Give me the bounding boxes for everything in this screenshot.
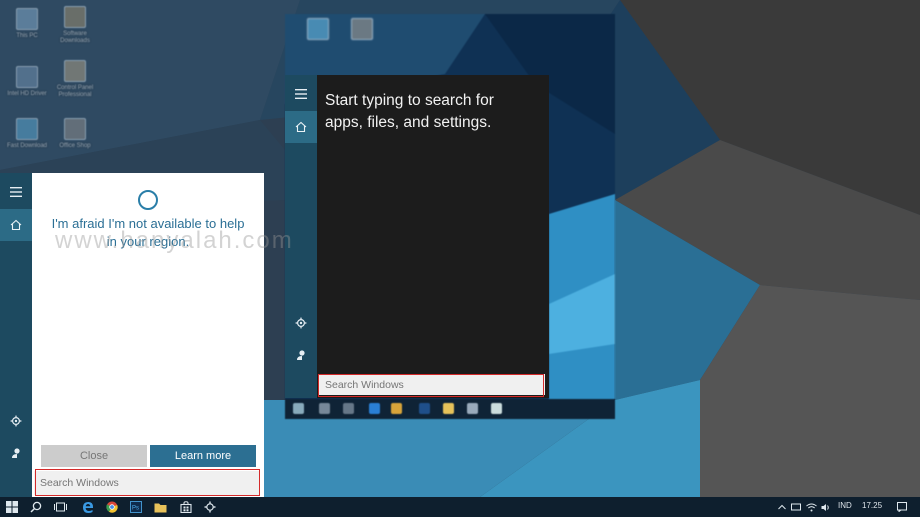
- folder-icon: [64, 60, 86, 82]
- settings-icon: [491, 403, 502, 414]
- settings-icon[interactable]: [202, 499, 218, 515]
- desktop-icon-label: Control Panel Professional: [56, 85, 94, 98]
- chrome-icon: [391, 403, 402, 414]
- edge-icon[interactable]: [80, 499, 96, 515]
- user-icon[interactable]: [8, 445, 24, 461]
- home-icon: [8, 217, 24, 233]
- search-icon[interactable]: [28, 499, 44, 515]
- windows-start-icon[interactable]: [4, 499, 20, 515]
- volume-icon[interactable]: [818, 499, 834, 515]
- folder-icon: [64, 118, 86, 140]
- notification-icon[interactable]: [894, 499, 910, 515]
- home-tab[interactable]: [0, 209, 32, 241]
- hamburger-icon[interactable]: [293, 86, 309, 102]
- desktop-icon-label: Fast Download: [6, 143, 48, 149]
- desktop-icon-intel[interactable]: Intel HD Driver: [2, 66, 52, 98]
- language-indicator[interactable]: IND: [838, 501, 852, 510]
- task-view-icon[interactable]: [52, 499, 68, 515]
- windows-start-icon: [293, 403, 304, 414]
- taskbar: Ps IND 17.25: [0, 497, 920, 517]
- cortana-ring-icon: [138, 190, 158, 210]
- gear-icon[interactable]: [293, 315, 309, 331]
- hamburger-icon[interactable]: [8, 184, 24, 200]
- desktop-icon-control-panel[interactable]: Control Panel Professional: [50, 60, 100, 99]
- chrome-icon[interactable]: [104, 499, 120, 515]
- computer-icon: [16, 8, 38, 30]
- desktop-icon-this-pc[interactable]: This PC: [2, 8, 52, 40]
- learn-more-button[interactable]: Learn more: [150, 445, 256, 467]
- search-box-highlight: [35, 469, 260, 496]
- folder-icon: [351, 18, 373, 40]
- edge-icon: [369, 403, 380, 414]
- download-icon: [307, 18, 329, 40]
- desktop-icon-label: Software Downloads: [60, 31, 90, 44]
- folder-icon: [64, 6, 86, 28]
- store-icon[interactable]: [178, 499, 194, 515]
- user-icon[interactable]: [293, 347, 309, 363]
- photoshop-icon: [419, 403, 430, 414]
- start-search-panel: Start typing to search for apps, files, …: [285, 75, 549, 398]
- home-icon: [293, 119, 309, 135]
- store-icon: [467, 403, 478, 414]
- background-desktop-icon: [293, 18, 343, 43]
- wifi-icon[interactable]: [803, 499, 819, 515]
- desktop-icon-label: This PC: [16, 33, 38, 39]
- desktop-icon-fast-download[interactable]: Fast Download: [2, 118, 52, 150]
- desktop-icon-label: Office Shop: [59, 143, 91, 149]
- home-tab[interactable]: [285, 111, 317, 143]
- svg-text:Ps: Ps: [132, 506, 139, 512]
- watermark: www.hanyalah.com: [55, 227, 294, 254]
- cortana-rail: [0, 173, 32, 497]
- desktop-icon-office[interactable]: Office Shop: [50, 118, 100, 150]
- gear-icon[interactable]: [8, 413, 24, 429]
- clock[interactable]: 17.25: [862, 501, 882, 510]
- background-desktop-icon: [337, 18, 387, 43]
- network-icon[interactable]: [788, 499, 804, 515]
- close-button[interactable]: Close: [41, 445, 147, 467]
- search-icon: [319, 403, 330, 414]
- task-view-icon: [343, 403, 354, 414]
- desktop-icon-software[interactable]: Software Downloads: [50, 6, 100, 45]
- folder-icon: [16, 66, 38, 88]
- file-explorer-icon[interactable]: [152, 499, 168, 515]
- cortana-panel: I'm afraid I'm not available to help in …: [0, 173, 264, 497]
- photoshop-icon[interactable]: Ps: [128, 499, 144, 515]
- search-prompt-text: Start typing to search for apps, files, …: [325, 92, 494, 131]
- download-icon: [16, 118, 38, 140]
- search-box-highlight: [318, 374, 544, 397]
- desktop-icon-label: Intel HD Driver: [7, 91, 47, 97]
- file-explorer-icon: [443, 403, 454, 414]
